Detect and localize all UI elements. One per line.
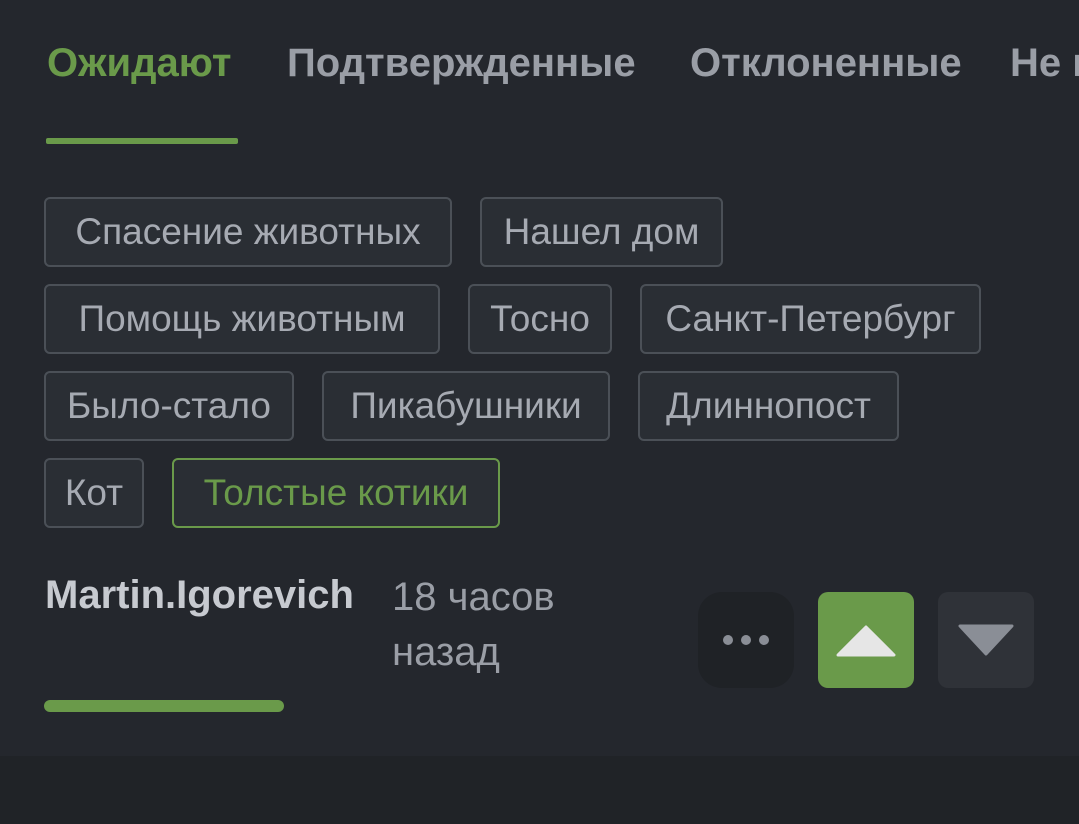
downvote-button[interactable] [938, 592, 1034, 688]
tag-animal-rescue[interactable]: Спасение животных [44, 197, 452, 267]
post-author[interactable]: Martin.Igorevich [45, 570, 354, 620]
author-rating-bar [44, 700, 284, 712]
triangle-up-icon [836, 625, 896, 657]
tab-confirmed[interactable]: Подтвержденные [287, 38, 636, 88]
tag-longpost[interactable]: Длиннопост [638, 371, 899, 441]
more-options-button[interactable] [698, 592, 794, 688]
active-tab-indicator [46, 138, 238, 144]
post-time: 18 часов назад [392, 570, 622, 680]
post-time-line2: назад [392, 630, 500, 674]
tag-found-home[interactable]: Нашел дом [480, 197, 723, 267]
tag-cat[interactable]: Кот [44, 458, 144, 528]
ellipsis-icon [723, 635, 769, 645]
tab-rejected[interactable]: Отклоненные [690, 38, 962, 88]
tag-tosno[interactable]: Тосно [468, 284, 612, 354]
upvote-button[interactable] [818, 592, 914, 688]
tag-before-after[interactable]: Было-стало [44, 371, 294, 441]
bottom-band [0, 756, 1079, 824]
post-time-line1: 18 часов [392, 575, 555, 619]
tag-animal-help[interactable]: Помощь животным [44, 284, 440, 354]
tab-not-selected[interactable]: Не и [1010, 38, 1079, 88]
tag-fat-cats[interactable]: Толстые котики [172, 458, 500, 528]
tag-saint-petersburg[interactable]: Санкт-Петербург [640, 284, 981, 354]
tag-pikabushniki[interactable]: Пикабушники [322, 371, 610, 441]
tab-pending[interactable]: Ожидают [47, 38, 231, 88]
triangle-down-icon [958, 624, 1014, 656]
